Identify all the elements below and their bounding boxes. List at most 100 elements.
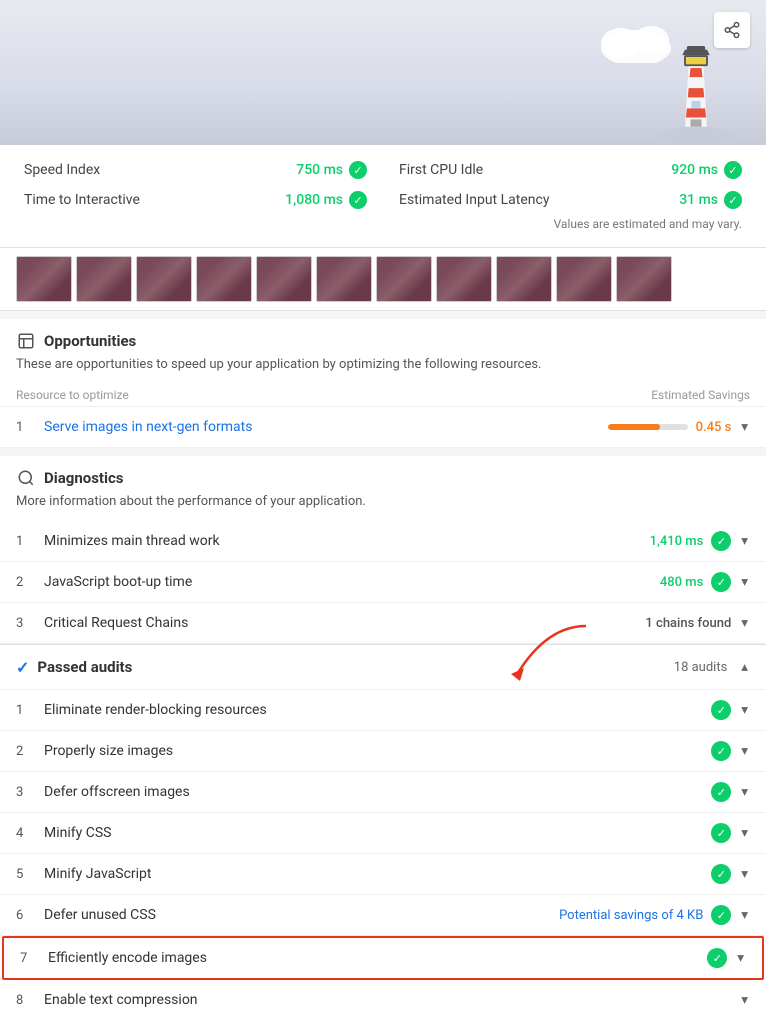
- diag-value-1: 1,410 ms: [650, 534, 704, 549]
- filmstrip-thumb-2: [76, 256, 132, 302]
- diag-num-3: 3: [16, 616, 36, 631]
- passed-chevron-6[interactable]: ▾: [739, 905, 750, 925]
- opp-value-1: 0.45 s: [696, 420, 732, 435]
- passed-row-8[interactable]: 8 Enable text compression ▾: [0, 980, 766, 1020]
- passed-check-7: ✓: [707, 948, 727, 968]
- diag-value-3: 1 chains found: [645, 616, 731, 631]
- passed-check-4: ✓: [711, 823, 731, 843]
- filmstrip-thumb-1: [16, 256, 72, 302]
- passed-num-2: 2: [16, 744, 36, 759]
- diag-num-1: 1: [16, 534, 36, 549]
- metric-first-cpu-idle: First CPU Idle 920 ms ✓: [399, 161, 742, 179]
- passed-row-7[interactable]: 7 Efficiently encode images ✓ ▾: [2, 936, 764, 980]
- metrics-grid: Speed Index 750 ms ✓ First CPU Idle 920 …: [24, 161, 742, 209]
- input-latency-value: 31 ms ✓: [679, 191, 742, 209]
- lighthouse-illustration: [656, 35, 736, 145]
- diag-chevron-2[interactable]: ▾: [739, 572, 750, 592]
- passed-num-6: 6: [16, 908, 36, 923]
- diag-num-2: 2: [16, 575, 36, 590]
- first-cpu-idle-label: First CPU Idle: [399, 162, 483, 178]
- diagnostic-row-3[interactable]: 3 Critical Request Chains 1 chains found…: [0, 603, 766, 644]
- speed-index-label: Speed Index: [24, 162, 100, 178]
- diagnostics-desc: More information about the performance o…: [0, 492, 766, 521]
- passed-chevron-5[interactable]: ▾: [739, 864, 750, 884]
- filmstrip-thumb-3: [136, 256, 192, 302]
- first-cpu-idle-check: ✓: [724, 161, 742, 179]
- passed-row-1[interactable]: 1 Eliminate render-blocking resources ✓ …: [0, 690, 766, 731]
- passed-label-8: Enable text compression: [44, 992, 731, 1008]
- metric-time-to-interactive: Time to Interactive 1,080 ms ✓: [24, 191, 367, 209]
- passed-chevron-7[interactable]: ▾: [735, 948, 746, 968]
- opportunities-icon: [16, 331, 36, 351]
- diag-chevron-1[interactable]: ▾: [739, 531, 750, 551]
- passed-label-6: Defer unused CSS: [44, 907, 551, 923]
- col-resource: Resource to optimize: [16, 388, 129, 402]
- passed-audits-title: Passed audits: [37, 658, 132, 676]
- passed-audits-chevron[interactable]: ▴: [739, 657, 750, 677]
- tti-check: ✓: [349, 191, 367, 209]
- tti-label: Time to Interactive: [24, 192, 140, 208]
- opportunities-header: Opportunities: [0, 319, 766, 355]
- passed-chevron-4[interactable]: ▾: [739, 823, 750, 843]
- diagnostics-section: Diagnostics More information about the p…: [0, 456, 766, 644]
- opportunities-table-header: Resource to optimize Estimated Savings: [0, 384, 766, 407]
- passed-label-4: Minify CSS: [44, 825, 703, 841]
- passed-chevron-3[interactable]: ▾: [739, 782, 750, 802]
- diagnostic-row-2[interactable]: 2 JavaScript boot-up time 480 ms ✓ ▾: [0, 562, 766, 603]
- opp-chevron-1[interactable]: ▾: [739, 417, 750, 437]
- passed-label-1: Eliminate render-blocking resources: [44, 702, 703, 718]
- filmstrip-thumb-8: [436, 256, 492, 302]
- filmstrip-thumb-7: [376, 256, 432, 302]
- speed-index-check: ✓: [349, 161, 367, 179]
- tti-value: 1,080 ms ✓: [285, 191, 367, 209]
- passed-chevron-1[interactable]: ▾: [739, 700, 750, 720]
- diagnostics-icon: [16, 468, 36, 488]
- diagnostic-row-1[interactable]: 1 Minimizes main thread work 1,410 ms ✓ …: [0, 521, 766, 562]
- passed-label-2: Properly size images: [44, 743, 703, 759]
- input-latency-label: Estimated Input Latency: [399, 192, 549, 208]
- passed-row-3[interactable]: 3 Defer offscreen images ✓ ▾: [0, 772, 766, 813]
- header-area: [0, 0, 766, 145]
- passed-audits-header[interactable]: ✓ Passed audits 18 audits ▴: [0, 645, 766, 690]
- passed-check-3: ✓: [711, 782, 731, 802]
- diag-label-2: JavaScript boot-up time: [44, 574, 652, 590]
- opp-num-1: 1: [16, 420, 36, 435]
- passed-audits-section: ✓ Passed audits 18 audits ▴ 1 Eliminate …: [0, 644, 766, 1020]
- passed-check-1: ✓: [711, 700, 731, 720]
- passed-chevron-2[interactable]: ▾: [739, 741, 750, 761]
- passed-check-2: ✓: [711, 741, 731, 761]
- savings-bar-fill: [608, 424, 660, 430]
- diag-check-1: ✓: [711, 531, 731, 551]
- filmstrip-thumb-11: [616, 256, 672, 302]
- col-savings: Estimated Savings: [651, 388, 750, 402]
- diag-chevron-3[interactable]: ▾: [739, 613, 750, 633]
- metric-speed-index: Speed Index 750 ms ✓: [24, 161, 367, 179]
- passed-num-7: 7: [20, 951, 40, 966]
- opp-label-1: Serve images in next-gen formats: [44, 419, 600, 435]
- passed-row-4[interactable]: 4 Minify CSS ✓ ▾: [0, 813, 766, 854]
- passed-check-5: ✓: [711, 864, 731, 884]
- diag-label-1: Minimizes main thread work: [44, 533, 642, 549]
- filmstrip-thumb-5: [256, 256, 312, 302]
- opportunities-title: Opportunities: [44, 332, 136, 350]
- passed-label-7: Efficiently encode images: [48, 950, 699, 966]
- passed-label-3: Defer offscreen images: [44, 784, 703, 800]
- passed-audits-count: 18 audits: [674, 660, 728, 675]
- passed-row-6[interactable]: 6 Defer unused CSS Potential savings of …: [0, 895, 766, 936]
- filmstrip-thumb-6: [316, 256, 372, 302]
- passed-num-5: 5: [16, 867, 36, 882]
- first-cpu-idle-value: 920 ms ✓: [671, 161, 742, 179]
- savings-bar: [608, 424, 688, 430]
- speed-index-value: 750 ms ✓: [296, 161, 367, 179]
- passed-num-4: 4: [16, 826, 36, 841]
- metric-input-latency: Estimated Input Latency 31 ms ✓: [399, 191, 742, 209]
- filmstrip-thumb-9: [496, 256, 552, 302]
- diag-check-2: ✓: [711, 572, 731, 592]
- passed-row-5[interactable]: 5 Minify JavaScript ✓ ▾: [0, 854, 766, 895]
- filmstrip-thumb-4: [196, 256, 252, 302]
- metrics-section: Speed Index 750 ms ✓ First CPU Idle 920 …: [0, 145, 766, 248]
- opportunity-row-1[interactable]: 1 Serve images in next-gen formats 0.45 …: [0, 407, 766, 448]
- passed-chevron-8[interactable]: ▾: [739, 990, 750, 1010]
- diagnostics-header: Diagnostics: [0, 456, 766, 492]
- passed-row-2[interactable]: 2 Properly size images ✓ ▾: [0, 731, 766, 772]
